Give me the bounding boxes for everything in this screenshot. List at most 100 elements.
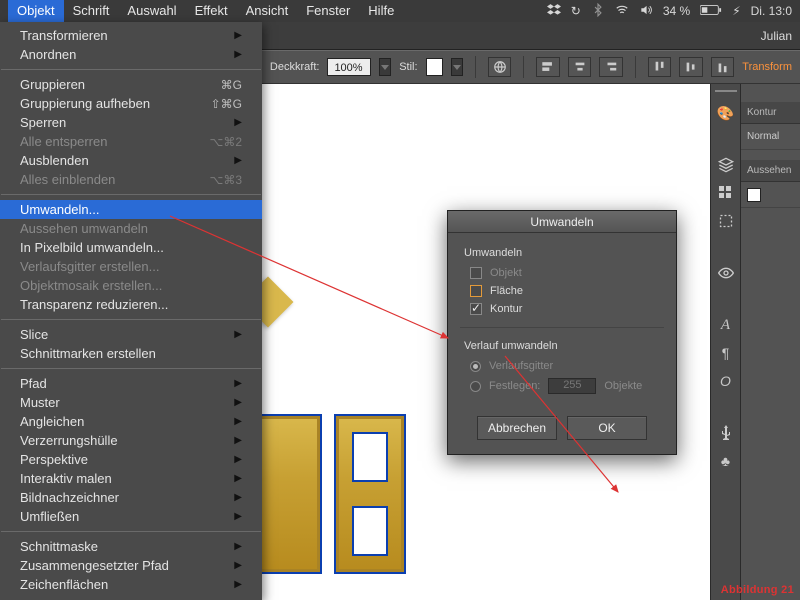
wifi-icon xyxy=(615,3,629,20)
opentype-icon[interactable]: O xyxy=(717,372,735,390)
menu-item[interactable]: Zusammengesetzter Pfad▶ xyxy=(0,556,262,575)
opt-stroke[interactable]: Kontur xyxy=(470,303,660,315)
menu-item[interactable]: Slice▶ xyxy=(0,325,262,344)
menubar-item-objekt[interactable]: Objekt xyxy=(8,0,64,22)
layers-icon[interactable] xyxy=(717,156,735,174)
menu-item: Alles einblenden⌥⌘3 xyxy=(0,170,262,189)
menubar-item-effekt[interactable]: Effekt xyxy=(186,0,237,22)
submenu-arrow-icon: ▶ xyxy=(234,541,242,552)
menu-item[interactable]: Verzerrungshülle▶ xyxy=(0,431,262,450)
submenu-arrow-icon: ▶ xyxy=(234,49,242,60)
menu-item[interactable]: Gruppieren⌘G xyxy=(0,75,262,94)
gradient-group-title: Verlauf umwandeln xyxy=(464,340,660,352)
align-icon-4[interactable] xyxy=(648,57,671,77)
checkbox-icon[interactable] xyxy=(470,285,482,297)
menu-item[interactable]: Angleichen▶ xyxy=(0,412,262,431)
menu-item[interactable]: Umwandeln... xyxy=(0,200,262,219)
opacity-field[interactable]: 100% xyxy=(327,58,371,76)
menubar-item-schrift[interactable]: Schrift xyxy=(64,0,119,22)
menu-item[interactable]: Perspektive▶ xyxy=(0,450,262,469)
kontur-tab[interactable]: Kontur xyxy=(741,102,800,124)
ok-button[interactable]: OK xyxy=(567,416,647,440)
menu-item[interactable]: Ausblenden▶ xyxy=(0,151,262,170)
style-dropdown[interactable] xyxy=(451,58,463,76)
menu-item: Objektmosaik erstellen... xyxy=(0,276,262,295)
opt-gradient-mesh: Verlaufsgitter xyxy=(470,360,660,372)
style-swatch[interactable] xyxy=(426,58,444,76)
cancel-button[interactable]: Abbrechen xyxy=(477,416,557,440)
artboard-icon[interactable] xyxy=(717,212,735,230)
battery-percent: 34 % xyxy=(663,4,690,18)
globe-icon[interactable] xyxy=(488,57,511,77)
dropbox-icon xyxy=(547,3,561,20)
menu-item[interactable]: Transformieren▶ xyxy=(0,26,262,45)
menu-item[interactable]: Muster▶ xyxy=(0,393,262,412)
submenu-arrow-icon: ▶ xyxy=(234,454,242,465)
bluetooth-icon xyxy=(591,3,605,20)
battery-icon xyxy=(700,4,722,19)
menubar-item-fenster[interactable]: Fenster xyxy=(297,0,359,22)
expand-dialog: Umwandeln Umwandeln Objekt Fläche Kontur… xyxy=(447,210,677,455)
eye-icon[interactable] xyxy=(717,264,735,282)
color-icon[interactable]: 🎨 xyxy=(717,104,735,122)
menu-item[interactable]: Schnittmarken erstellen xyxy=(0,344,262,363)
transform-link[interactable]: Transform xyxy=(742,61,792,73)
username-label: Julian xyxy=(761,29,792,43)
swatches-icon[interactable] xyxy=(717,184,735,202)
menubar-item-ansicht[interactable]: Ansicht xyxy=(237,0,298,22)
submenu-arrow-icon: ▶ xyxy=(234,397,242,408)
menu-item[interactable]: Bildnachzeichner▶ xyxy=(0,488,262,507)
align-icon-2[interactable] xyxy=(568,57,591,77)
opt-fill[interactable]: Fläche xyxy=(470,285,660,297)
submenu-arrow-icon: ▶ xyxy=(234,560,242,571)
align-icon-3[interactable] xyxy=(599,57,622,77)
menu-item: Alle entsperren⌥⌘2 xyxy=(0,132,262,151)
type-icon[interactable]: A xyxy=(717,316,735,334)
checkbox-icon[interactable] xyxy=(470,303,482,315)
radio-icon xyxy=(470,361,481,372)
menu-item[interactable]: Zeichenflächen▶ xyxy=(0,575,262,594)
menu-item[interactable]: Interaktiv malen▶ xyxy=(0,469,262,488)
menu-item[interactable]: Transparenz reduzieren... xyxy=(0,295,262,314)
menu-item[interactable]: Anordnen▶ xyxy=(0,45,262,64)
submenu-arrow-icon: ▶ xyxy=(234,473,242,484)
blend-mode-row[interactable]: Normal xyxy=(741,124,800,150)
menu-item[interactable]: Schnittmaske▶ xyxy=(0,537,262,556)
menubar-item-auswahl[interactable]: Auswahl xyxy=(118,0,185,22)
submenu-arrow-icon: ▶ xyxy=(234,378,242,389)
expand-group-title: Umwandeln xyxy=(464,247,660,259)
submenu-arrow-icon: ▶ xyxy=(234,155,242,166)
menu-item[interactable]: Sperren▶ xyxy=(0,113,262,132)
opt-specify: Festlegen: 255 Objekte xyxy=(470,378,660,394)
sync-icon: ↻ xyxy=(571,4,581,18)
submenu-arrow-icon: ▶ xyxy=(234,579,242,590)
paragraph-icon[interactable]: ¶ xyxy=(717,344,735,362)
menu-item[interactable]: Gruppierung aufheben⇧⌘G xyxy=(0,94,262,113)
submenu-arrow-icon: ▶ xyxy=(234,511,242,522)
menu-item[interactable]: In Pixelbild umwandeln... xyxy=(0,238,262,257)
align-icon-5[interactable] xyxy=(679,57,702,77)
checkbox-icon xyxy=(470,267,482,279)
menu-item[interactable]: Pfad▶ xyxy=(0,374,262,393)
radio-icon xyxy=(470,381,481,392)
appearance-row[interactable] xyxy=(741,182,800,208)
align-icon-1[interactable] xyxy=(536,57,559,77)
object-menu[interactable]: Transformieren▶Anordnen▶ Gruppieren⌘GGrup… xyxy=(0,22,262,600)
align-icon-6[interactable] xyxy=(711,57,734,77)
menu-item[interactable]: Umfließen▶ xyxy=(0,507,262,526)
submenu-arrow-icon: ▶ xyxy=(234,30,242,41)
charging-icon: ⚡︎ xyxy=(732,4,740,18)
clock-text: Di. 13:0 xyxy=(751,4,792,18)
menubar-item-hilfe[interactable]: Hilfe xyxy=(359,0,403,22)
submenu-arrow-icon: ▶ xyxy=(234,329,242,340)
menu-item: Verlaufsgitter erstellen... xyxy=(0,257,262,276)
status-tray: ↻ 34 % ⚡︎ Di. 13:0 xyxy=(547,3,792,20)
opacity-dropdown[interactable] xyxy=(379,58,391,76)
aussehen-tab[interactable]: Aussehen xyxy=(741,160,800,182)
submenu-arrow-icon: ▶ xyxy=(234,416,242,427)
fill-swatch-icon[interactable] xyxy=(747,188,761,202)
club-icon[interactable]: ♣ xyxy=(717,452,735,470)
volume-icon xyxy=(639,3,653,20)
opt-object: Objekt xyxy=(470,267,660,279)
usb-icon[interactable] xyxy=(717,424,735,442)
